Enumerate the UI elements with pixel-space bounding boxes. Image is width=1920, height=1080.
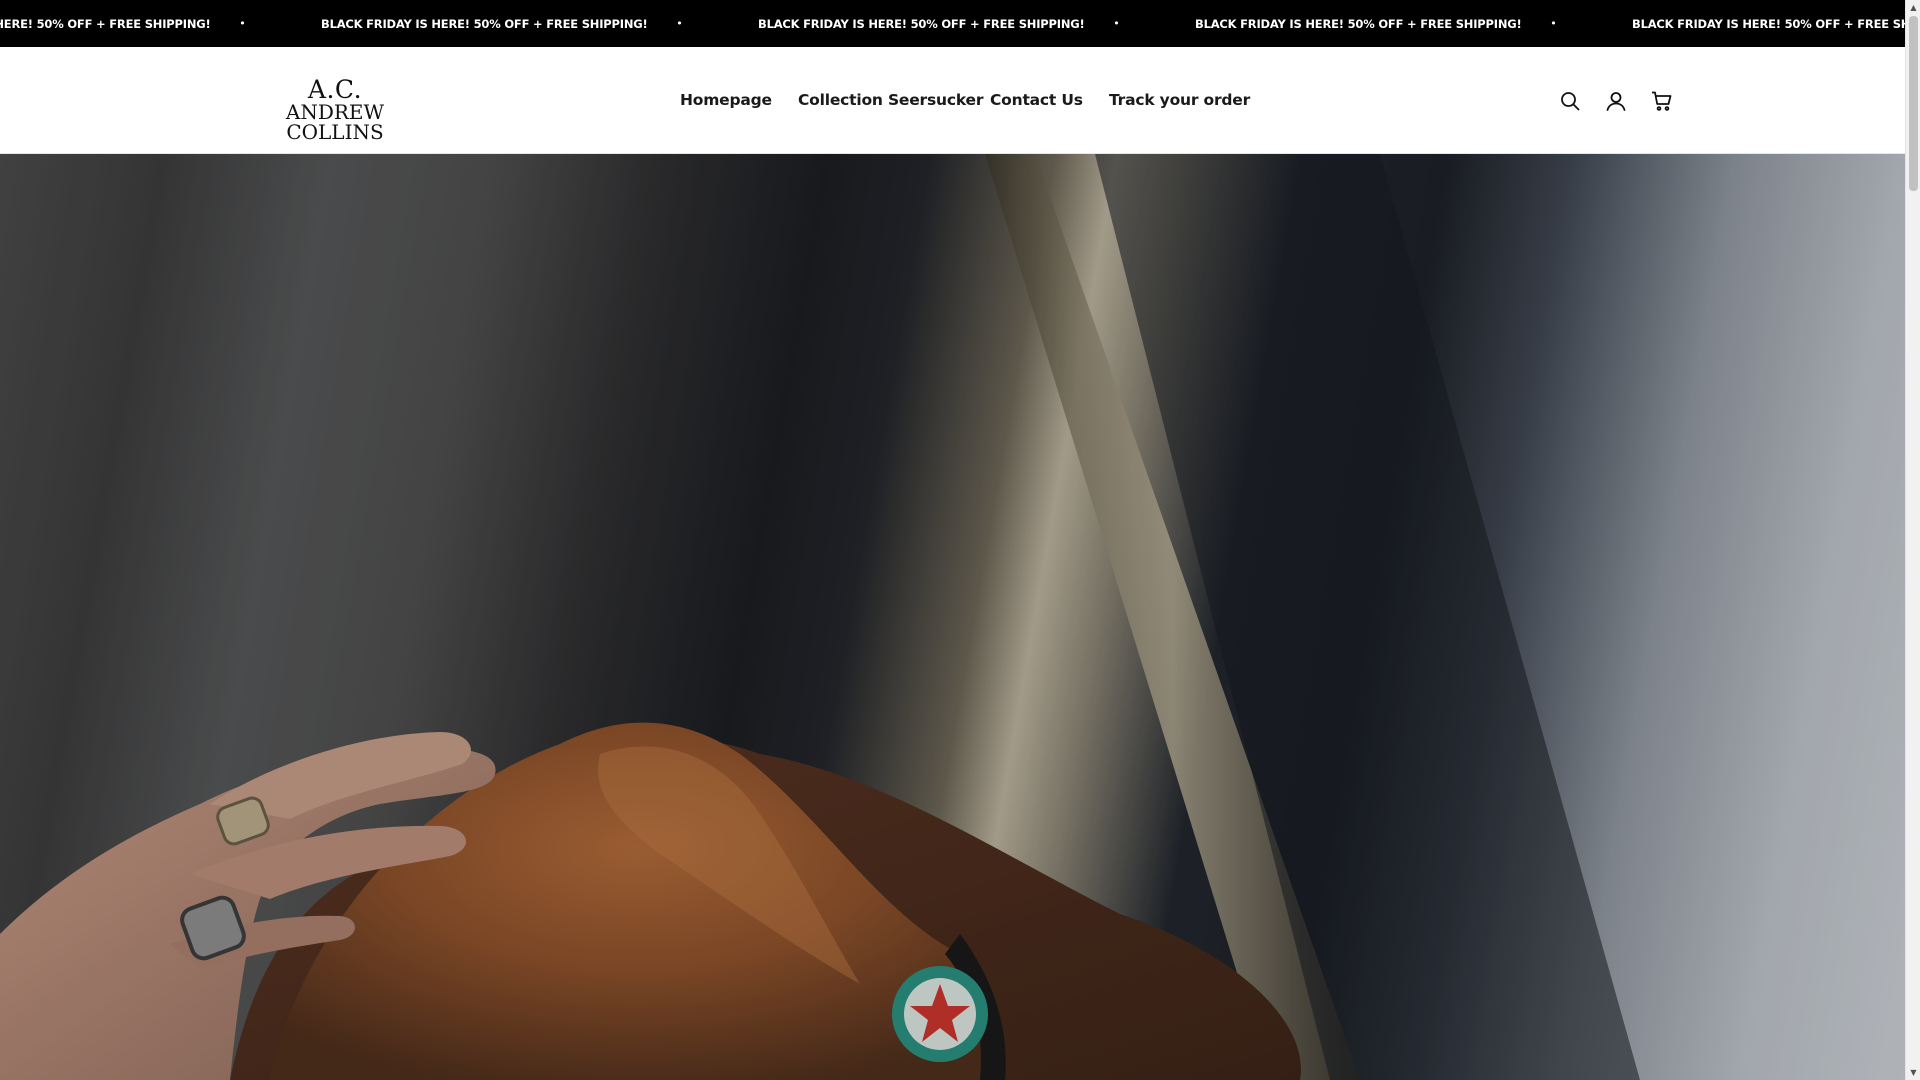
announcement-marquee: BLACK FRIDAY IS HERE! 50% OFF + FREE SHI… — [0, 0, 1905, 47]
page-scrollbar[interactable]: ▲ ▼ — [1905, 0, 1920, 1080]
nav-link-collection-seersucker[interactable]: Collection Seersucker — [798, 91, 983, 109]
hero-banner — [0, 154, 1905, 1080]
cart-icon[interactable] — [1650, 89, 1674, 113]
announcement-text: BLACK FRIDAY IS HERE! 50% OFF + FREE SHI… — [0, 16, 211, 31]
announcement-bar: BLACK FRIDAY IS HERE! 50% OFF + FREE SHI… — [0, 0, 1905, 47]
site-header: A.C. ANDREW COLLINS Homepage Collection … — [0, 47, 1905, 154]
announcement-separator: • — [1113, 17, 1120, 30]
nav-link-homepage[interactable]: Homepage — [680, 91, 772, 109]
announcement-separator: • — [1550, 17, 1557, 30]
scroll-up-arrow-icon[interactable]: ▲ — [1906, 0, 1920, 15]
announcement-text: BLACK FRIDAY IS HERE! 50% OFF + FREE SHI… — [758, 16, 1085, 31]
scroll-down-arrow-icon[interactable]: ▼ — [1906, 1065, 1920, 1080]
nav-link-track-order[interactable]: Track your order — [1109, 91, 1250, 109]
announcement-separator: • — [239, 17, 246, 30]
nav-link-contact-us[interactable]: Contact Us — [990, 91, 1083, 109]
hero-image — [0, 154, 1905, 1080]
announcement-text: BLACK FRIDAY IS HERE! 50% OFF + FREE SHI… — [321, 16, 648, 31]
announcement-text: BLACK FRIDAY IS HERE! 50% OFF + FREE SHI… — [1632, 16, 1905, 31]
scrollbar-thumb[interactable] — [1909, 16, 1918, 191]
announcement-text: BLACK FRIDAY IS HERE! 50% OFF + FREE SHI… — [1195, 16, 1522, 31]
announcement-separator: • — [676, 17, 683, 30]
header-actions — [1558, 89, 1678, 113]
search-icon[interactable] — [1558, 89, 1582, 113]
account-icon[interactable] — [1604, 89, 1628, 113]
